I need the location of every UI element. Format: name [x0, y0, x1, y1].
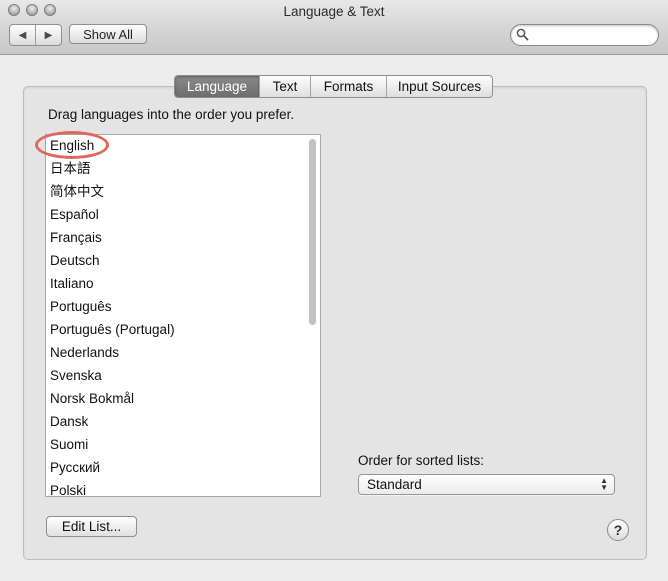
- window-title: Language & Text: [283, 4, 385, 19]
- list-item[interactable]: Deutsch: [50, 251, 100, 271]
- search-input[interactable]: [531, 27, 651, 42]
- tab-input-sources[interactable]: Input Sources: [386, 76, 492, 97]
- list-item[interactable]: Português: [50, 297, 112, 317]
- edit-list-button[interactable]: Edit List...: [46, 516, 137, 537]
- updown-arrows-icon: ▲ ▼: [600, 476, 608, 492]
- sort-order-select[interactable]: Standard ▲ ▼: [358, 474, 615, 495]
- help-button[interactable]: ?: [607, 519, 629, 541]
- list-item[interactable]: Português (Portugal): [50, 320, 175, 340]
- list-item[interactable]: Español: [50, 205, 99, 225]
- list-item[interactable]: English: [50, 136, 94, 156]
- instruction-text: Drag languages into the order you prefer…: [48, 107, 295, 122]
- order-sorted-lists-label: Order for sorted lists:: [358, 453, 485, 468]
- tab-text[interactable]: Text: [259, 76, 310, 97]
- sort-order-value: Standard: [367, 477, 422, 492]
- list-item[interactable]: Suomi: [50, 435, 88, 455]
- list-item[interactable]: Dansk: [50, 412, 88, 432]
- back-arrow-icon: ◀: [18, 29, 27, 41]
- list-item[interactable]: Nederlands: [50, 343, 119, 363]
- forward-arrow-icon: ▶: [44, 29, 53, 41]
- list-item[interactable]: 简体中文: [50, 182, 104, 202]
- tab-language[interactable]: Language: [175, 76, 259, 97]
- tab-formats[interactable]: Formats: [310, 76, 386, 97]
- forward-button[interactable]: ▶: [35, 25, 61, 45]
- navigation-buttons: ◀ ▶: [9, 24, 62, 46]
- list-item[interactable]: Polski: [50, 481, 86, 496]
- list-item[interactable]: Русский: [50, 458, 100, 478]
- tab-bar: Language Text Formats Input Sources: [174, 75, 493, 98]
- search-icon: [516, 28, 529, 44]
- list-scrollbar[interactable]: [309, 139, 316, 325]
- show-all-button[interactable]: Show All: [69, 24, 147, 44]
- list-item[interactable]: Svenska: [50, 366, 102, 386]
- search-field[interactable]: [510, 24, 659, 46]
- list-item[interactable]: Italiano: [50, 274, 94, 294]
- language-list[interactable]: English 日本語 简体中文 Español Français Deutsc…: [45, 134, 321, 497]
- list-item[interactable]: Français: [50, 228, 102, 248]
- list-item[interactable]: Norsk Bokmål: [50, 389, 134, 409]
- back-button[interactable]: ◀: [10, 25, 35, 45]
- list-item[interactable]: 日本語: [50, 159, 91, 179]
- window-titlebar: Language & Text ◀ ▶ Show All: [0, 0, 668, 55]
